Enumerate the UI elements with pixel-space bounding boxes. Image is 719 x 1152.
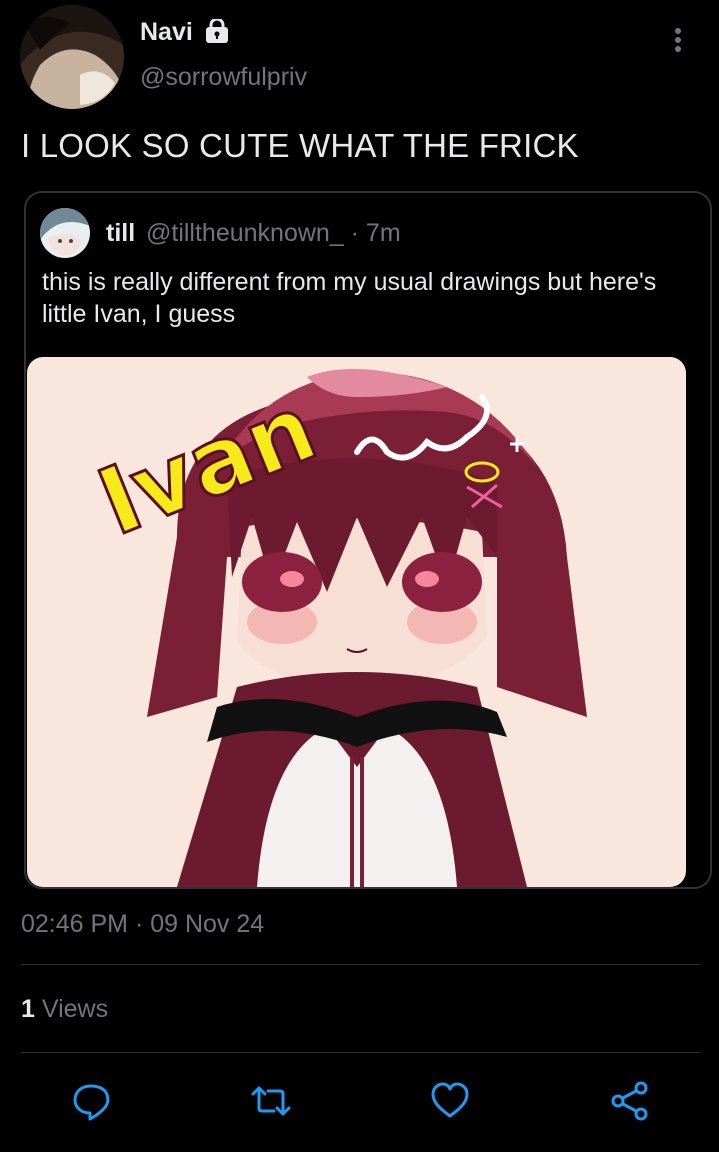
quoted-author-handle-time[interactable]: @tilltheunknown_ · 7m — [146, 219, 401, 248]
divider — [21, 964, 700, 965]
quoted-author-name[interactable]: till — [106, 219, 135, 248]
tweet-text: I LOOK SO CUTE WHAT THE FRICK — [21, 127, 579, 164]
quoted-tweet-image[interactable]: Ivan — [27, 357, 686, 887]
views-number: 1 — [21, 995, 35, 1023]
author-name[interactable]: Navi — [140, 18, 193, 47]
views-count: 1 Views — [21, 995, 108, 1024]
reply-icon[interactable] — [70, 1080, 112, 1122]
author-avatar[interactable] — [20, 5, 124, 109]
quoted-author-avatar[interactable] — [40, 208, 90, 258]
author-handle[interactable]: @sorrowfulpriv — [140, 63, 307, 92]
lock-icon — [204, 19, 230, 43]
retweet-icon[interactable] — [250, 1080, 292, 1122]
divider — [21, 1052, 700, 1053]
share-icon[interactable] — [609, 1080, 651, 1122]
like-icon[interactable] — [429, 1080, 471, 1122]
tweet-timestamp: 02:46 PM · 09 Nov 24 — [21, 910, 265, 938]
views-label: Views — [41, 995, 109, 1023]
quoted-tweet-text: this is really different from my usual d… — [42, 268, 657, 328]
more-options-icon[interactable] — [664, 26, 692, 54]
